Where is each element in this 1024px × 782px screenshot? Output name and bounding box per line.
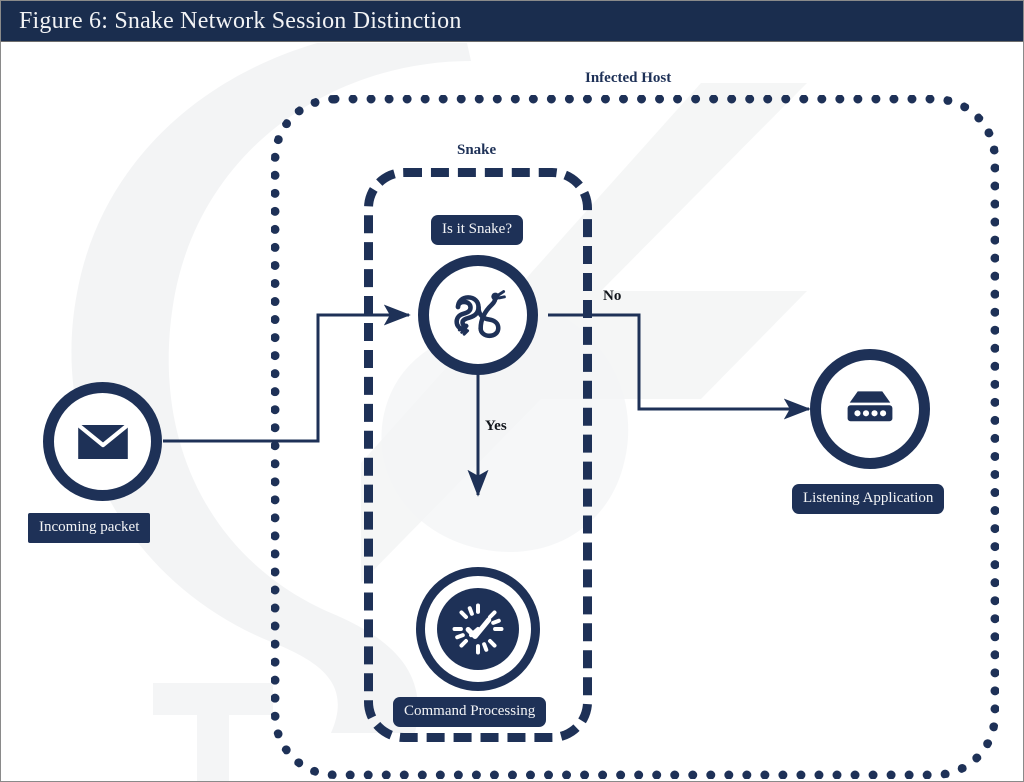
edge-label-yes: Yes <box>485 418 507 434</box>
clock-check-icon <box>452 603 504 655</box>
server-icon <box>847 391 893 422</box>
figure-header-bar: Figure 6: Snake Network Session Distinct… <box>1 1 1023 42</box>
listening-application-label: Listening Application <box>792 484 945 514</box>
region-snake-label: Snake <box>457 142 497 158</box>
is-it-snake-label: Is it Snake? <box>431 215 523 245</box>
command-processing-label: Command Processing <box>393 697 547 727</box>
edge-label-no: No <box>603 288 622 304</box>
envelope-icon <box>76 422 129 459</box>
incoming-packet-circle <box>43 382 162 501</box>
incoming-packet-label: Incoming packet <box>28 513 151 543</box>
diagram-canvas: Infected Host Snake Yes No Incoming pack… <box>1 43 1023 781</box>
figure-page: Figure 6: Snake Network Session Distinct… <box>0 0 1024 782</box>
snake-icon <box>454 290 506 339</box>
listening-application-circle <box>810 349 930 469</box>
region-infected-host-label: Infected Host <box>585 70 672 86</box>
command-processing-circle <box>416 567 540 691</box>
is-it-snake-circle <box>418 255 538 375</box>
command-processing-disc <box>437 588 519 670</box>
page-title: Figure 6: Snake Network Session Distinct… <box>19 8 462 34</box>
